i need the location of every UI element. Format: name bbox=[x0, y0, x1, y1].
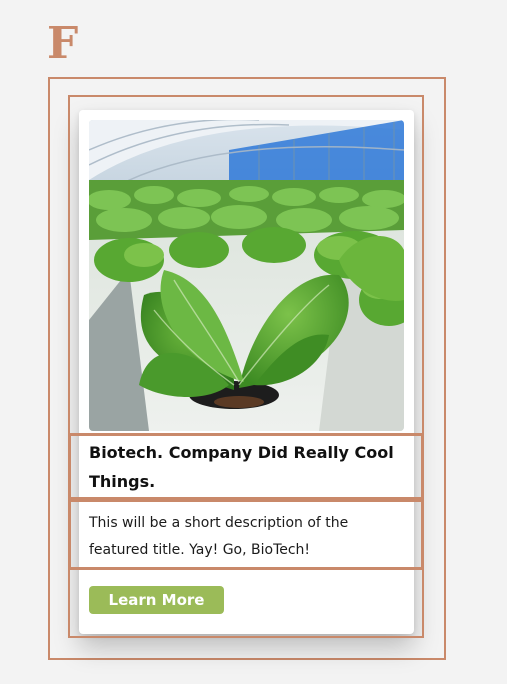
featured-card: Biotech. Company Did Really Cool Things.… bbox=[79, 110, 414, 634]
learn-more-button[interactable]: Learn More bbox=[89, 586, 224, 614]
brand-logo: F bbox=[47, 18, 79, 69]
card-image bbox=[89, 120, 404, 431]
card-description: This will be a short description of the … bbox=[89, 515, 349, 558]
card-title: Biotech. Company Did Really Cool Things. bbox=[89, 443, 394, 491]
greenhouse-plant-image bbox=[89, 120, 404, 431]
